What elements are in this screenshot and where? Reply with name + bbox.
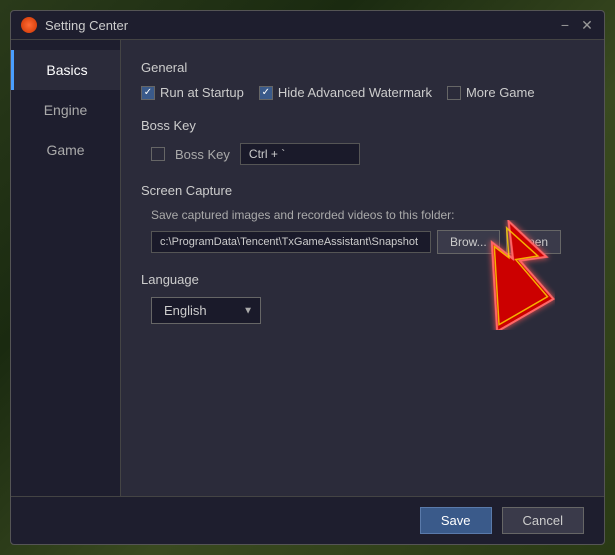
more-game-label: More Game [466, 85, 535, 100]
sidebar-item-engine[interactable]: Engine [11, 90, 120, 130]
screen-capture-title: Screen Capture [141, 183, 584, 198]
content-area: General Run at Startup Hide Advanced Wat… [121, 40, 604, 496]
hide-watermark-item[interactable]: Hide Advanced Watermark [259, 85, 432, 100]
minimize-button[interactable]: − [558, 18, 572, 32]
general-checkbox-row: Run at Startup Hide Advanced Watermark M… [141, 85, 584, 100]
select-wrapper: English Chinese Japanese Korean [151, 297, 261, 324]
general-title: General [141, 60, 584, 75]
cancel-button[interactable]: Cancel [502, 507, 584, 534]
boss-key-section: Boss Key Boss Key [141, 118, 584, 165]
open-button[interactable]: Open [506, 230, 561, 254]
app-icon [21, 17, 37, 33]
hide-watermark-checkbox[interactable] [259, 86, 273, 100]
screen-capture-section: Screen Capture Save captured images and … [141, 183, 584, 254]
general-section: General Run at Startup Hide Advanced Wat… [141, 60, 584, 100]
boss-key-row: Boss Key [151, 143, 584, 165]
language-dropdown[interactable]: English Chinese Japanese Korean [151, 297, 261, 324]
boss-key-checkbox[interactable] [151, 147, 165, 161]
window-title: Setting Center [45, 18, 558, 33]
sidebar-item-game[interactable]: Game [11, 130, 120, 170]
path-row: Brow... Open [151, 230, 584, 254]
boss-key-input[interactable] [240, 143, 360, 165]
bottom-bar: Save Cancel [11, 496, 604, 544]
sidebar: Basics Engine Game [11, 40, 121, 496]
language-section: Language English Chinese Japanese Korean [141, 272, 584, 324]
run-at-startup-checkbox[interactable] [141, 86, 155, 100]
language-title: Language [141, 272, 584, 287]
more-game-checkbox[interactable] [447, 86, 461, 100]
sidebar-item-basics[interactable]: Basics [11, 50, 120, 90]
title-bar-controls: − ✕ [558, 18, 594, 32]
title-bar: Setting Center − ✕ [11, 11, 604, 40]
run-at-startup-item[interactable]: Run at Startup [141, 85, 244, 100]
boss-key-label: Boss Key [175, 147, 230, 162]
screen-capture-desc: Save captured images and recorded videos… [151, 208, 584, 222]
more-game-item[interactable]: More Game [447, 85, 535, 100]
language-select-wrapper: English Chinese Japanese Korean [151, 297, 584, 324]
close-button[interactable]: ✕ [580, 18, 594, 32]
main-area: Basics Engine Game General Run at Startu… [11, 40, 604, 496]
browse-button[interactable]: Brow... [437, 230, 500, 254]
path-input[interactable] [151, 231, 431, 253]
run-at-startup-label: Run at Startup [160, 85, 244, 100]
boss-key-title: Boss Key [141, 118, 584, 133]
save-button[interactable]: Save [420, 507, 492, 534]
setting-center-window: Setting Center − ✕ Basics Engine Game Ge… [10, 10, 605, 545]
hide-watermark-label: Hide Advanced Watermark [278, 85, 432, 100]
